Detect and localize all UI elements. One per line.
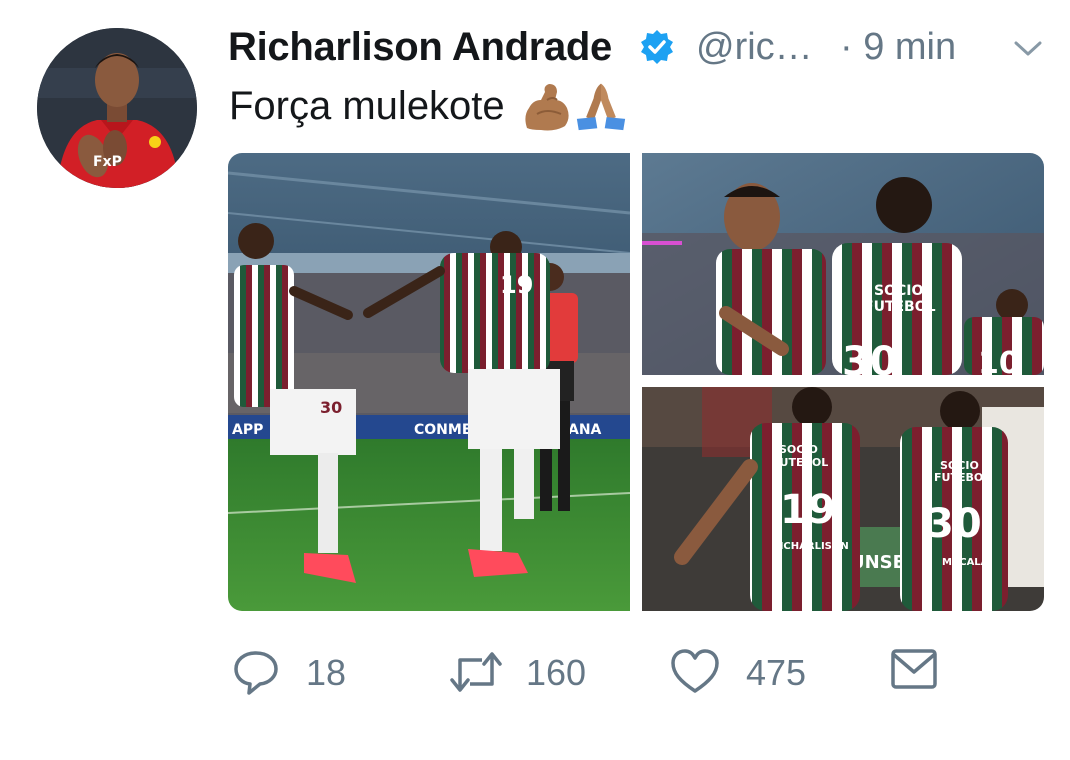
retweet-button[interactable]: 160: [448, 640, 598, 706]
photo-2[interactable]: SOCIO FUTEBOL 30 10: [642, 153, 1044, 375]
reply-button[interactable]: 18: [232, 640, 362, 706]
board-text-app: APP: [232, 422, 263, 438]
photo3-left-shirt-futebol: FUTEBOL: [772, 456, 828, 469]
photo3-right-shirt-futebol: FUTEBOL: [934, 471, 990, 484]
envelope-icon: [891, 649, 937, 689]
reply-count: 18: [306, 652, 347, 693]
retweet-count: 160: [526, 652, 587, 693]
chevron-down-icon[interactable]: [1013, 40, 1043, 58]
flexed-biceps-emoji: [525, 84, 569, 131]
verified-badge-icon: [641, 30, 673, 64]
tweet-header: Richarlison Andrade @ric… · 9 min: [228, 22, 1050, 72]
photo2-shirt-number-10: 10: [978, 346, 1020, 375]
reply-icon: [234, 651, 278, 695]
photo-3[interactable]: UNSET SOCIO FUTEBOL 19 RICHARLISON SOCIO…: [642, 387, 1044, 611]
photo3-left-shirt-socio: SOCIO: [779, 443, 818, 456]
media-grid: APP CONMEBO ANA 30 19 SOCIO FUTEBOL 30 1…: [228, 153, 1044, 611]
folded-hands-emoji: [576, 83, 625, 131]
photo3-right-shirt-number: 30: [926, 501, 982, 547]
photo3-left-shirt-name: RICHARLISON: [772, 541, 849, 552]
heart-icon: [671, 649, 719, 693]
direct-message-button[interactable]: [890, 640, 940, 706]
photo2-shirt-text-futebol: FUTEBOL: [864, 299, 936, 315]
photo3-right-shirt-name: M. CALA: [942, 557, 989, 568]
retweet-icon: [450, 652, 502, 692]
like-count: 475: [746, 652, 807, 693]
author-name[interactable]: Richarlison Andrade: [228, 22, 612, 72]
avatar-shirt-text: FxP: [93, 154, 122, 170]
avatar[interactable]: FxP: [37, 28, 197, 188]
photo2-shirt-text-socio: SOCIO: [874, 283, 923, 299]
tweet-time[interactable]: · 9 min: [840, 22, 956, 72]
photo1-shirt-number-19: 19: [500, 271, 533, 299]
photo-1[interactable]: APP CONMEBO ANA 30 19: [228, 153, 630, 611]
photo2-shirt-number-30: 30: [842, 339, 898, 375]
board-text-ana: ANA: [568, 422, 602, 438]
photo1-shirt-number-30: 30: [320, 398, 342, 417]
photo3-left-shirt-number: 19: [780, 487, 836, 533]
like-button[interactable]: 475: [670, 640, 820, 706]
author-handle[interactable]: @ric…: [696, 22, 813, 72]
tweet-text: Força mulekote: [229, 84, 505, 128]
tweet-action-bar: 18 160 475: [228, 640, 1028, 710]
